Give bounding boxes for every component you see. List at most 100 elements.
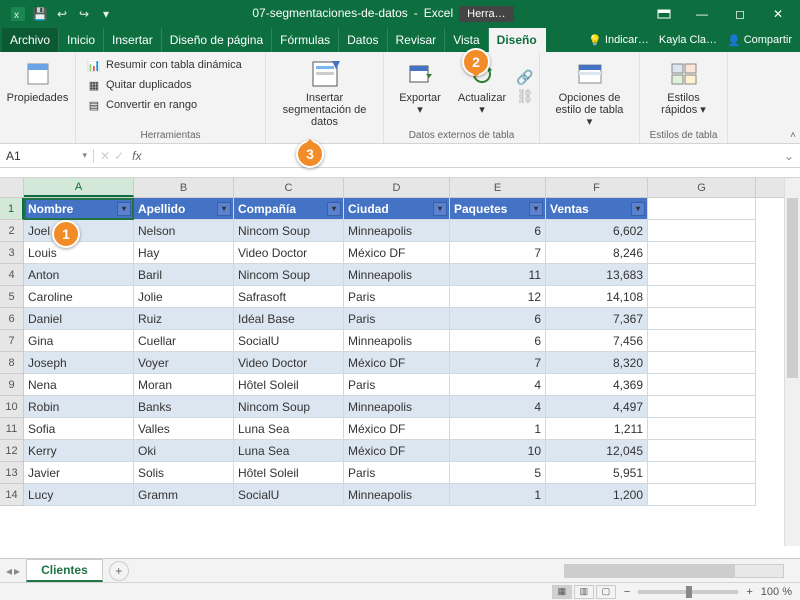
cell[interactable]: Kerry xyxy=(24,440,134,462)
filter-icon[interactable] xyxy=(631,202,645,216)
cell[interactable]: Paris xyxy=(344,462,450,484)
cell[interactable]: SocialU xyxy=(234,330,344,352)
table-row[interactable]: 12KerryOkiLuna SeaMéxico DF1012,045 xyxy=(0,440,800,462)
zoom-in-icon[interactable]: + xyxy=(746,586,752,598)
row-header-1[interactable]: 1 xyxy=(0,198,24,220)
maximize-icon[interactable]: ◻ xyxy=(722,0,758,28)
tab-review[interactable]: Revisar xyxy=(388,28,446,52)
cell[interactable]: 11 xyxy=(450,264,546,286)
cell[interactable]: Minneapolis xyxy=(344,220,450,242)
style-options-button[interactable]: Opciones de estilo de tabla ▾ xyxy=(548,56,631,130)
cell[interactable]: Louis xyxy=(24,242,134,264)
tab-formulas[interactable]: Fórmulas xyxy=(272,28,339,52)
cell[interactable]: 1 xyxy=(450,484,546,506)
cell[interactable] xyxy=(648,462,756,484)
unlink-icon[interactable]: ⛓ xyxy=(516,88,534,105)
cell[interactable]: Valles xyxy=(134,418,234,440)
row-header[interactable]: 5 xyxy=(0,286,24,308)
name-box[interactable]: A1▾ xyxy=(0,149,94,163)
filter-icon[interactable] xyxy=(529,202,543,216)
col-header-C[interactable]: C xyxy=(234,178,344,197)
cell[interactable]: 6 xyxy=(450,330,546,352)
cell[interactable]: 1 xyxy=(450,418,546,440)
add-sheet-button[interactable]: + xyxy=(109,561,129,581)
link-icon[interactable]: 🔗 xyxy=(516,69,534,86)
ribbon-options-icon[interactable] xyxy=(646,0,682,28)
cell[interactable]: 10 xyxy=(450,440,546,462)
tell-me[interactable]: 💡 Indicar… xyxy=(588,34,649,47)
cell[interactable]: Voyer xyxy=(134,352,234,374)
cell[interactable]: Nena xyxy=(24,374,134,396)
tab-data[interactable]: Datos xyxy=(339,28,387,52)
cell[interactable] xyxy=(648,484,756,506)
col-header-D[interactable]: D xyxy=(344,178,450,197)
cell[interactable]: Baril xyxy=(134,264,234,286)
cell[interactable]: Luna Sea xyxy=(234,418,344,440)
cell[interactable]: Hay xyxy=(134,242,234,264)
cell[interactable]: México DF xyxy=(344,418,450,440)
cell[interactable]: Anton xyxy=(24,264,134,286)
remove-duplicates-button[interactable]: ▦Quitar duplicados xyxy=(84,76,244,94)
row-header[interactable]: 13 xyxy=(0,462,24,484)
accept-formula-icon[interactable]: ✓ xyxy=(114,149,124,163)
cell[interactable]: Oki xyxy=(134,440,234,462)
zoom-slider[interactable] xyxy=(638,590,738,594)
row-header[interactable]: 6 xyxy=(0,308,24,330)
cell[interactable]: México DF xyxy=(344,242,450,264)
row-header[interactable]: 9 xyxy=(0,374,24,396)
row-header[interactable]: 4 xyxy=(0,264,24,286)
row-header[interactable]: 7 xyxy=(0,330,24,352)
filter-icon[interactable] xyxy=(217,202,231,216)
view-pagelayout-icon[interactable]: ▥ xyxy=(574,585,594,599)
cell[interactable]: Cuellar xyxy=(134,330,234,352)
cell[interactable]: Paris xyxy=(344,308,450,330)
close-icon[interactable]: ✕ xyxy=(760,0,796,28)
cell[interactable] xyxy=(648,286,756,308)
table-row[interactable]: 4AntonBarilNincom SoupMinneapolis1113,68… xyxy=(0,264,800,286)
cell[interactable]: 1,200 xyxy=(546,484,648,506)
collapse-ribbon-icon[interactable]: ˄ xyxy=(790,130,796,141)
fx-label[interactable]: fx xyxy=(128,149,141,163)
cell[interactable]: Video Doctor xyxy=(234,242,344,264)
table-header-ventas[interactable]: Ventas xyxy=(546,198,648,220)
cell[interactable]: 12,045 xyxy=(546,440,648,462)
spreadsheet-grid[interactable]: A B C D E F G 1 Nombre Apellido Compañía… xyxy=(0,178,800,546)
summarize-pivot-button[interactable]: 📊Resumir con tabla dinámica xyxy=(84,56,244,74)
row-header[interactable]: 11 xyxy=(0,418,24,440)
cell[interactable]: Idéal Base xyxy=(234,308,344,330)
zoom-level[interactable]: 100 % xyxy=(761,586,792,598)
insert-slicer-button[interactable]: Insertar segmentación de datos xyxy=(274,56,375,130)
cell[interactable]: Solis xyxy=(134,462,234,484)
table-header-ciudad[interactable]: Ciudad xyxy=(344,198,450,220)
cell[interactable]: 5 xyxy=(450,462,546,484)
filter-icon[interactable] xyxy=(117,202,131,216)
cell[interactable]: Gramm xyxy=(134,484,234,506)
cell[interactable]: 7 xyxy=(450,352,546,374)
table-row[interactable]: 6DanielRuizIdéal BaseParis67,367 xyxy=(0,308,800,330)
row-header[interactable]: 3 xyxy=(0,242,24,264)
table-row[interactable]: 14LucyGrammSocialUMinneapolis11,200 xyxy=(0,484,800,506)
vertical-scrollbar[interactable] xyxy=(784,178,800,546)
cell[interactable]: Javier xyxy=(24,462,134,484)
cell[interactable]: 5,951 xyxy=(546,462,648,484)
cancel-formula-icon[interactable]: ✕ xyxy=(100,149,110,163)
table-header-compania[interactable]: Compañía xyxy=(234,198,344,220)
cell[interactable]: Nelson xyxy=(134,220,234,242)
tab-view[interactable]: Vista xyxy=(445,28,488,52)
tab-file[interactable]: Archivo xyxy=(2,28,59,52)
cell[interactable]: 14,108 xyxy=(546,286,648,308)
sheet-next-icon[interactable]: ▸ xyxy=(14,564,20,578)
table-row[interactable]: 7GinaCuellarSocialUMinneapolis67,456 xyxy=(0,330,800,352)
save-icon[interactable]: 💾 xyxy=(32,6,48,22)
cell[interactable]: 4 xyxy=(450,396,546,418)
cell[interactable]: Paris xyxy=(344,286,450,308)
table-row[interactable]: 3LouisHayVideo DoctorMéxico DF78,246 xyxy=(0,242,800,264)
cell[interactable] xyxy=(648,330,756,352)
tab-page-layout[interactable]: Diseño de página xyxy=(162,28,272,52)
col-header-F[interactable]: F xyxy=(546,178,648,197)
cell[interactable]: México DF xyxy=(344,352,450,374)
table-row[interactable]: 11SofiaVallesLuna SeaMéxico DF11,211 xyxy=(0,418,800,440)
cell[interactable]: 12 xyxy=(450,286,546,308)
horizontal-scrollbar[interactable] xyxy=(564,564,784,578)
cell[interactable]: SocialU xyxy=(234,484,344,506)
